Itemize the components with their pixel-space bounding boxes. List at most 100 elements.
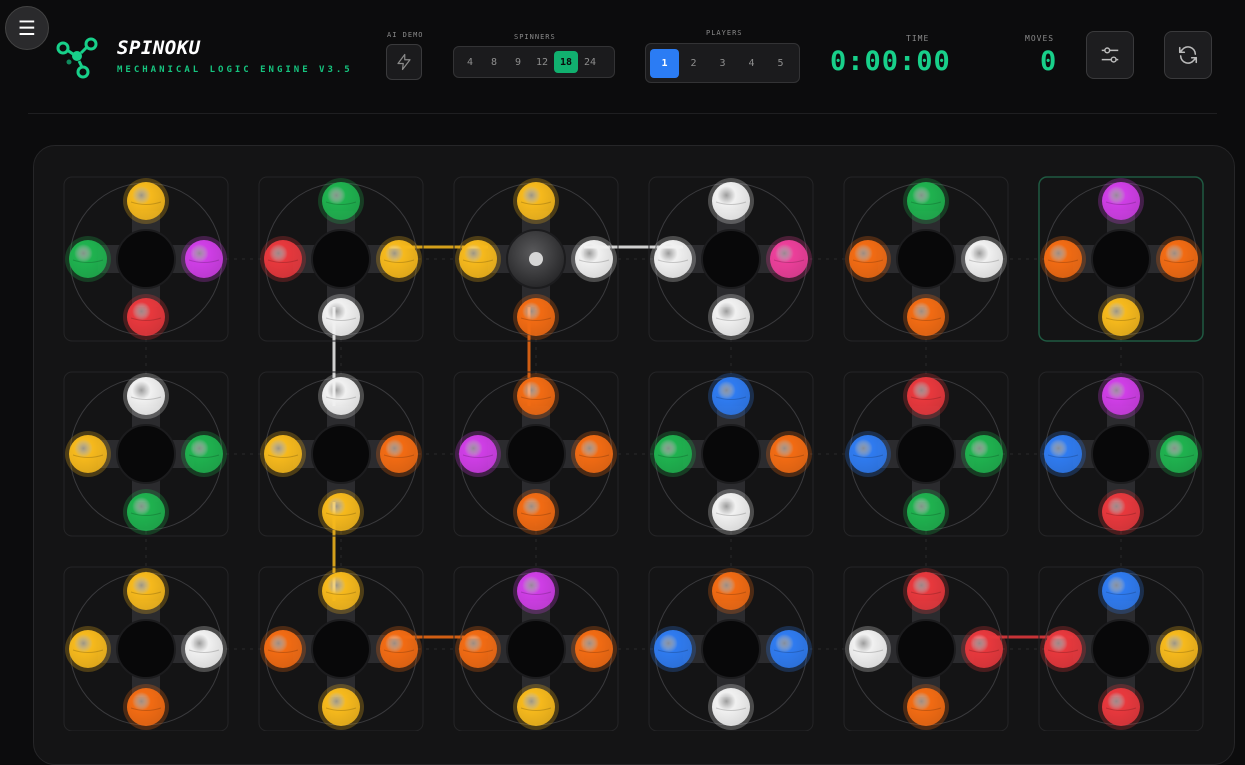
ball-left-white [849,630,887,668]
ball-bottom-white [712,688,750,726]
ball-bottom-red [1102,688,1140,726]
spinner-hub[interactable] [896,424,956,484]
spinner-hub[interactable] [116,229,176,289]
ball-top-yellow [127,572,165,610]
spinner-1-1[interactable] [258,371,424,537]
ball-top-yellow [517,182,555,220]
spinner-hub[interactable] [116,424,176,484]
spinner-2-5[interactable] [1038,566,1204,731]
spinner-hub[interactable] [311,619,371,679]
spinner-hub[interactable] [506,619,566,679]
ball-left-yellow [264,435,302,473]
spinner-hub[interactable] [1091,619,1151,679]
ball-bottom-orange [907,688,945,726]
spinner-2-4[interactable] [843,566,1009,731]
ball-right-orange [380,435,418,473]
ball-top-green [322,182,360,220]
ball-left-purple [459,435,497,473]
ball-top-orange [517,377,555,415]
ball-right-pink [770,240,808,278]
ball-bottom-white [322,298,360,336]
spinner-hub[interactable] [311,424,371,484]
spinner-hub[interactable] [701,424,761,484]
spinner-0-3[interactable] [648,176,814,342]
ball-right-yellow [380,240,418,278]
spinner-hub[interactable] [311,229,371,289]
ball-bottom-yellow [1102,298,1140,336]
ball-left-red [1044,630,1082,668]
spinner-2-0[interactable] [63,566,229,731]
spinner-2-2[interactable] [453,566,619,731]
spinner-0-2[interactable] [453,176,619,342]
ball-top-green [907,182,945,220]
ball-left-blue [654,630,692,668]
ball-top-purple [1102,182,1140,220]
spinner-0-4[interactable] [843,176,1009,342]
spinner-0-5[interactable] [1038,176,1204,342]
spinner-2-1[interactable] [258,566,424,731]
ball-right-orange [1160,240,1198,278]
ball-top-blue [1102,572,1140,610]
ball-bottom-green [127,493,165,531]
ball-bottom-yellow [517,688,555,726]
ball-left-orange [264,630,302,668]
ball-bottom-red [127,298,165,336]
ball-right-green [965,435,1003,473]
spinner-1-3[interactable] [648,371,814,537]
ball-top-red [907,377,945,415]
ball-right-white [185,630,223,668]
ball-top-purple [517,572,555,610]
spinner-2-3[interactable] [648,566,814,731]
ball-left-blue [849,435,887,473]
spinner-1-5[interactable] [1038,371,1204,537]
ball-left-green [69,240,107,278]
ball-right-orange [770,435,808,473]
spinner-hub[interactable] [116,619,176,679]
ball-top-orange [712,572,750,610]
ball-top-white [127,377,165,415]
spinner-1-4[interactable] [843,371,1009,537]
ball-left-orange [1044,240,1082,278]
spinner-hub[interactable] [701,229,761,289]
ball-right-red [965,630,1003,668]
ball-right-blue [770,630,808,668]
spinner-hub[interactable] [1091,424,1151,484]
ball-right-orange [575,435,613,473]
ball-bottom-red [1102,493,1140,531]
ball-left-yellow [69,630,107,668]
ball-bottom-white [712,298,750,336]
ball-bottom-orange [517,493,555,531]
ball-bottom-yellow [322,688,360,726]
ball-bottom-orange [907,298,945,336]
ball-right-green [1160,435,1198,473]
ball-bottom-green [907,493,945,531]
ball-top-white [712,182,750,220]
spinner-hub[interactable] [701,619,761,679]
hub-pin [529,252,543,266]
ball-right-orange [380,630,418,668]
spinner-hub[interactable] [506,424,566,484]
spinner-1-2[interactable] [453,371,619,537]
ball-top-purple [1102,377,1140,415]
ball-left-white [654,240,692,278]
ball-top-red [907,572,945,610]
ball-bottom-orange [127,688,165,726]
spinner-0-0[interactable] [63,176,229,342]
ball-top-yellow [322,572,360,610]
spinner-hub[interactable] [1091,229,1151,289]
ball-left-green [654,435,692,473]
ball-right-white [575,240,613,278]
ball-top-blue [712,377,750,415]
ball-right-yellow [1160,630,1198,668]
spinner-hub[interactable] [896,619,956,679]
ball-right-green [185,435,223,473]
ball-bottom-white [712,493,750,531]
ball-left-red [264,240,302,278]
ball-right-white [965,240,1003,278]
ball-left-blue [1044,435,1082,473]
ball-top-yellow [127,182,165,220]
spinner-hub[interactable] [896,229,956,289]
spinner-0-1[interactable] [258,176,424,342]
ball-bottom-yellow [322,493,360,531]
spinner-1-0[interactable] [63,371,229,537]
